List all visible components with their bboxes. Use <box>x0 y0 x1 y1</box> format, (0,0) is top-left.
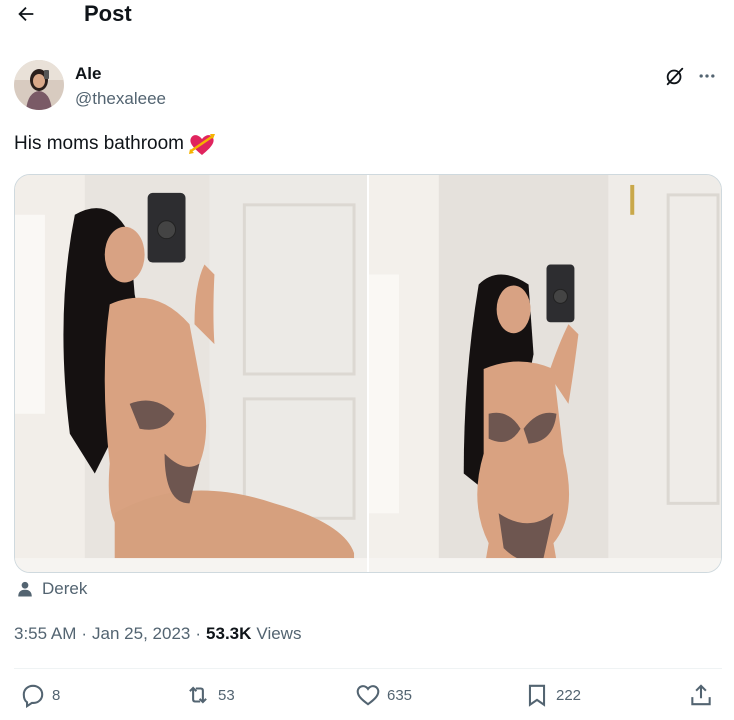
photo-right[interactable] <box>369 175 721 572</box>
tagged-users[interactable]: Derek <box>16 579 87 599</box>
post-text: His moms bathroom <box>14 131 216 157</box>
back-button[interactable] <box>12 0 40 28</box>
share-icon <box>691 684 711 706</box>
like-button[interactable]: 635 <box>355 682 412 708</box>
author-handle[interactable]: @thexaleee <box>75 89 166 109</box>
person-icon <box>18 581 32 597</box>
post-author: Ale @thexaleee <box>14 60 720 112</box>
share-button[interactable] <box>688 682 714 708</box>
author-name[interactable]: Ale <box>75 64 101 84</box>
post-media[interactable] <box>14 174 722 573</box>
reply-count: 8 <box>52 686 61 704</box>
page-title: Post <box>84 1 132 26</box>
bookmark-count: 222 <box>556 686 582 704</box>
back-arrow-icon <box>18 6 34 22</box>
grok-button[interactable] <box>662 63 688 89</box>
bookmark-icon <box>528 684 546 707</box>
more-icon <box>699 74 715 78</box>
repost-button[interactable]: 53 <box>184 682 235 708</box>
avatar[interactable] <box>14 60 64 110</box>
meta-separator: · <box>195 624 202 643</box>
tagged-user-name[interactable]: Derek <box>42 579 87 599</box>
reply-icon <box>22 684 44 708</box>
post-time[interactable]: 3:55 AM <box>14 624 76 644</box>
repost-icon <box>189 686 207 704</box>
grok-icon <box>666 67 684 86</box>
views-count: 53.3K <box>206 624 252 643</box>
more-button[interactable] <box>694 63 720 89</box>
post-meta: 3:55 AM · Jan 25, 2023 · 53.3K Views <box>14 624 301 644</box>
post-text-content: His moms bathroom <box>14 133 184 154</box>
photo-left[interactable] <box>15 175 367 572</box>
heart-arrow-emoji <box>189 134 215 155</box>
meta-separator: · <box>81 624 88 643</box>
views-label: Views <box>256 624 302 643</box>
reply-button[interactable]: 8 <box>20 682 60 708</box>
page-header: Post <box>0 0 734 30</box>
action-bar: 8 53 635 222 <box>14 682 722 714</box>
divider <box>14 668 722 669</box>
post-date[interactable]: Jan 25, 2023 <box>92 624 190 644</box>
bookmark-button[interactable]: 222 <box>524 682 581 708</box>
repost-count: 53 <box>218 686 235 704</box>
like-count: 635 <box>387 686 413 704</box>
like-icon <box>356 685 380 706</box>
